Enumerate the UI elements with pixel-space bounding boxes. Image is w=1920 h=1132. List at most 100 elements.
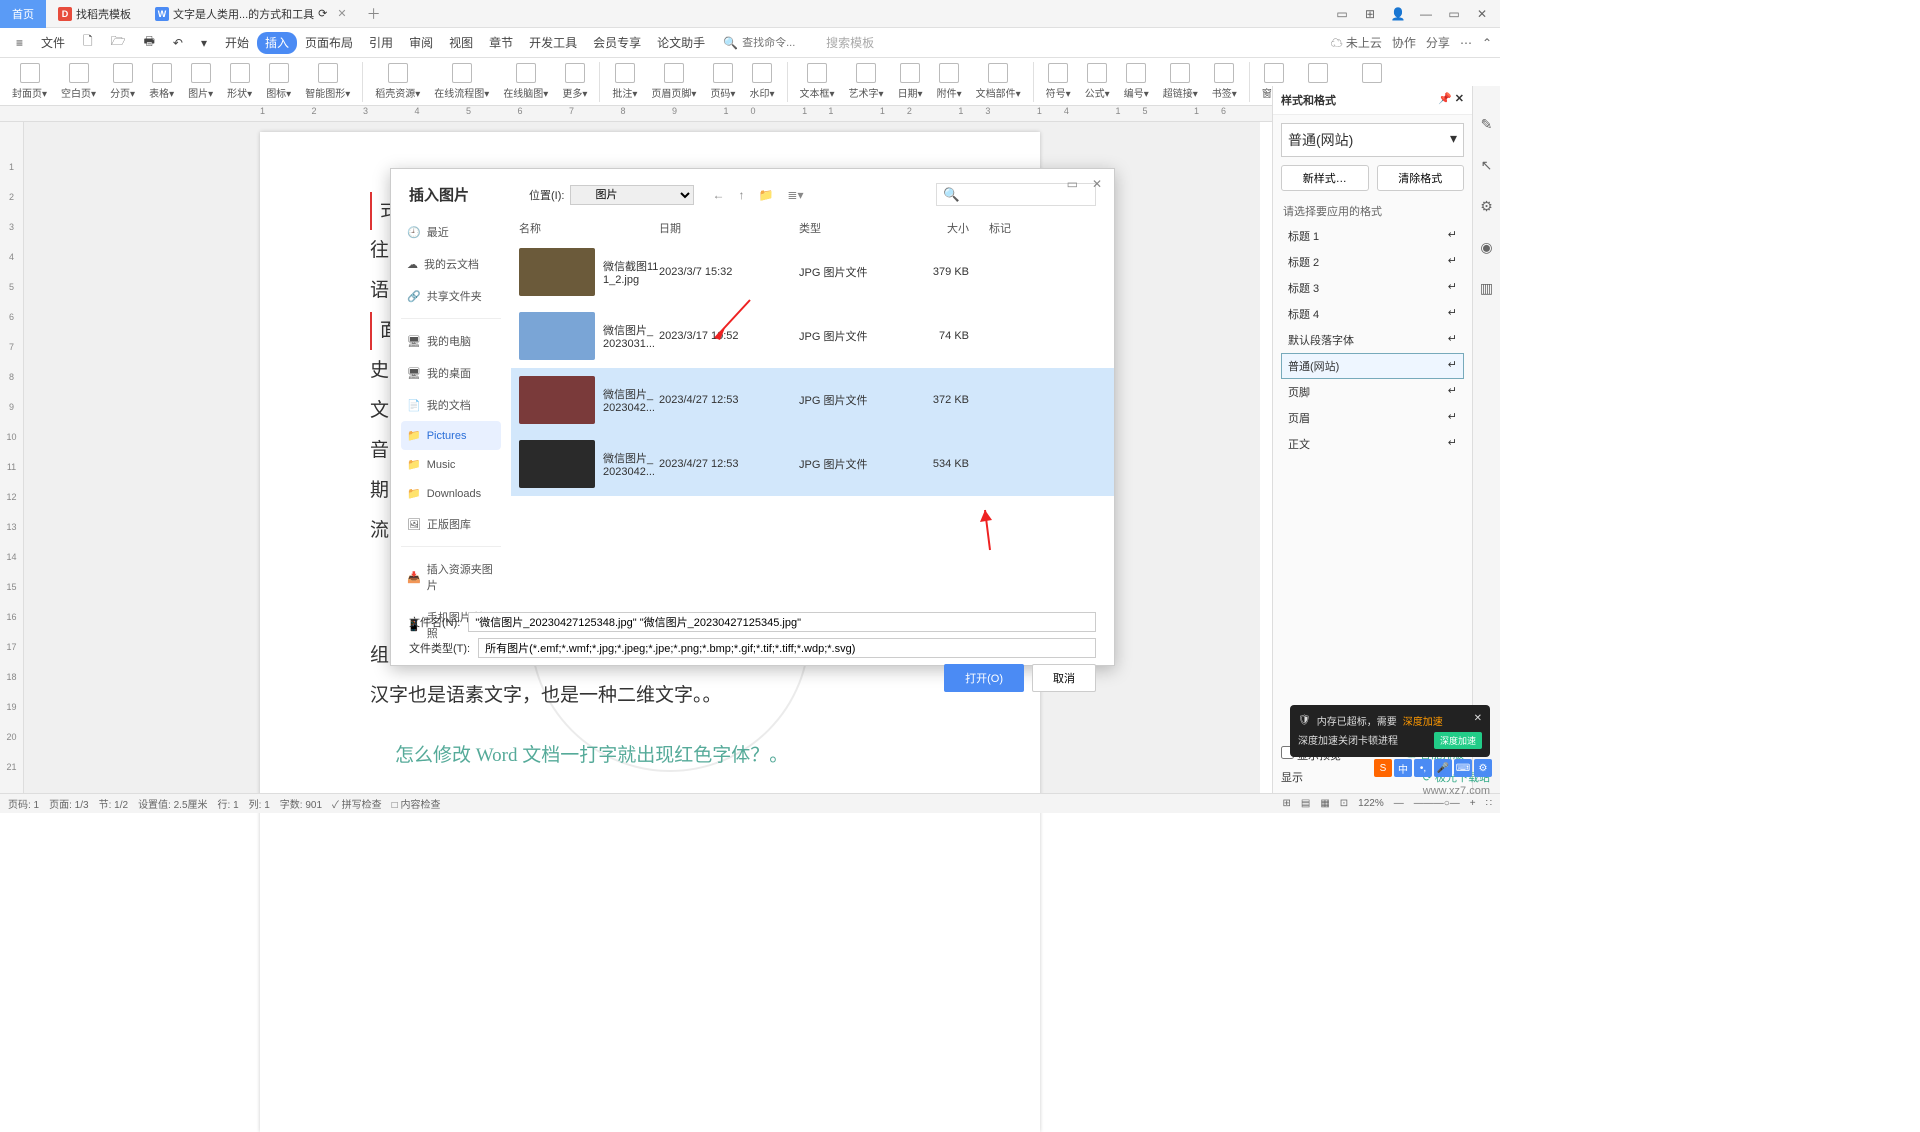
menu-论文助手[interactable]: 论文助手: [649, 32, 713, 54]
sidetool-layers-icon[interactable]: ▥: [1480, 280, 1493, 297]
tab-document[interactable]: W文字是人类用...的方式和工具⟳✕: [143, 0, 359, 28]
notif-close-icon[interactable]: ✕: [1474, 713, 1482, 724]
win-max-icon[interactable]: ▭: [1444, 7, 1464, 21]
ime-logo-icon[interactable]: S: [1374, 759, 1392, 777]
menu-视图[interactable]: 视图: [441, 32, 481, 54]
nav-view-icon[interactable]: ≣▾: [787, 188, 803, 202]
style-item[interactable]: 标题 2↵: [1281, 249, 1464, 275]
ime-mic-icon[interactable]: 🎤: [1434, 759, 1452, 777]
status-item[interactable]: 页面: 1/3: [49, 800, 88, 811]
ribbon-页眉页脚[interactable]: 页眉页脚▾: [645, 63, 702, 100]
ribbon-图片[interactable]: 图片▾: [182, 63, 219, 100]
nav-back-icon[interactable]: ←: [712, 188, 724, 202]
status-right-item[interactable]: +: [1470, 798, 1476, 809]
sidetool-edit-icon[interactable]: ✎: [1481, 116, 1493, 133]
panel-pin-icon[interactable]: 📌: [1438, 93, 1452, 105]
dialog-close-icon[interactable]: ✕: [1092, 177, 1102, 191]
menu-页面布局[interactable]: 页面布局: [297, 32, 361, 54]
col-type[interactable]: 类型: [799, 220, 899, 236]
style-item[interactable]: 标题 4↵: [1281, 301, 1464, 327]
sidetool-nav-icon[interactable]: ◉: [1480, 239, 1492, 256]
new-style-button[interactable]: 新样式…: [1281, 165, 1369, 191]
template-search[interactable]: 搜索模板: [826, 34, 874, 51]
sidebar-Pictures[interactable]: 📁Pictures: [401, 421, 501, 450]
status-right-item[interactable]: ⊡: [1340, 798, 1348, 809]
hamburger-icon[interactable]: ≡: [8, 32, 31, 54]
notif-action-button[interactable]: 深度加速: [1434, 732, 1482, 749]
nav-newfolder-icon[interactable]: 📁: [758, 188, 773, 202]
ribbon-表格[interactable]: 表格▾: [143, 63, 180, 100]
ribbon-附件[interactable]: 附件▾: [931, 63, 968, 100]
status-item[interactable]: 节: 1/2: [99, 800, 128, 811]
menu-引用[interactable]: 引用: [361, 32, 401, 54]
style-item[interactable]: 普通(网站)↵: [1281, 353, 1464, 379]
file-row[interactable]: 微信图片_2023031...2023/3/17 10:52JPG 图片文件74…: [511, 304, 1114, 368]
ribbon-图标[interactable]: 图标▾: [260, 63, 297, 100]
ribbon-形状[interactable]: 形状▾: [221, 63, 258, 100]
ime-cn-icon[interactable]: 中: [1394, 759, 1412, 777]
ribbon-水印[interactable]: 水印▾: [743, 63, 780, 100]
clear-format-button[interactable]: 清除格式: [1377, 165, 1465, 191]
style-item[interactable]: 标题 3↵: [1281, 275, 1464, 301]
collapse-ribbon-icon[interactable]: ⌃: [1482, 36, 1492, 50]
status-item[interactable]: 页码: 1: [8, 800, 39, 811]
tab-templates[interactable]: D找稻壳模板: [46, 0, 143, 28]
ribbon-编号[interactable]: 编号▾: [1118, 63, 1155, 100]
sidebar-我的文档[interactable]: 📄我的文档: [401, 389, 501, 421]
status-right-item[interactable]: ⊞: [1282, 798, 1290, 809]
ribbon-文本框[interactable]: 文本框▾: [794, 63, 841, 100]
tab-close-icon[interactable]: ✕: [337, 7, 346, 20]
status-right-item[interactable]: ▦: [1320, 798, 1329, 809]
style-item[interactable]: 页眉↵: [1281, 405, 1464, 431]
ime-punct-icon[interactable]: •,: [1414, 759, 1432, 777]
status-right-item[interactable]: ∷: [1486, 798, 1492, 809]
file-row[interactable]: 微信图片_2023042...2023/4/27 12:53JPG 图片文件53…: [511, 432, 1114, 496]
command-search-input[interactable]: [742, 37, 822, 49]
style-item[interactable]: 正文↵: [1281, 431, 1464, 457]
tab-add[interactable]: ＋: [359, 4, 389, 24]
win-min-icon[interactable]: —: [1416, 7, 1436, 21]
status-item[interactable]: 字数: 901: [280, 800, 322, 811]
ribbon-符号[interactable]: 符号▾: [1040, 63, 1077, 100]
style-item[interactable]: 标题 1↵: [1281, 223, 1464, 249]
status-item[interactable]: 设置值: 2.5厘米: [138, 800, 207, 811]
status-item[interactable]: ✓ 拼写检查: [332, 800, 382, 811]
col-tag[interactable]: 标记: [969, 220, 1029, 236]
more-icon[interactable]: ⋯: [1460, 36, 1472, 50]
ribbon-日期[interactable]: 日期▾: [892, 63, 929, 100]
col-size[interactable]: 大小: [899, 220, 969, 236]
tab-doc-opts[interactable]: ⟳: [318, 7, 327, 20]
ribbon-艺术字[interactable]: 艺术字▾: [843, 63, 890, 100]
share-button[interactable]: 分享: [1426, 34, 1450, 51]
quick-new-icon[interactable]: 🗋: [75, 28, 101, 57]
ribbon-文档部件[interactable]: 文档部件▾: [970, 63, 1027, 100]
status-item[interactable]: 行: 1: [218, 800, 239, 811]
sidetool-settings-icon[interactable]: ⚙: [1480, 198, 1493, 215]
tab-home[interactable]: 首页: [0, 0, 46, 28]
quick-print-icon[interactable]: 🖶: [136, 28, 163, 57]
file-row[interactable]: 微信截图111_2.jpg2023/3/7 15:32JPG 图片文件379 K…: [511, 240, 1114, 304]
ribbon-在线流程图[interactable]: 在线流程图▾: [428, 63, 495, 100]
file-row[interactable]: 微信图片_2023042...2023/4/27 12:53JPG 图片文件37…: [511, 368, 1114, 432]
ribbon-在线脑图[interactable]: 在线脑图▾: [497, 63, 554, 100]
menu-章节[interactable]: 章节: [481, 32, 521, 54]
ribbon-稻壳资源[interactable]: 稻壳资源▾: [369, 63, 426, 100]
cloud-status[interactable]: ☁ 未上云: [1331, 34, 1382, 51]
ribbon-公式[interactable]: 公式▾: [1079, 63, 1116, 100]
win-close-icon[interactable]: ✕: [1472, 7, 1492, 21]
ribbon-分页[interactable]: 分页▾: [104, 63, 141, 100]
status-item[interactable]: 列: 1: [249, 800, 270, 811]
nav-up-icon[interactable]: ↑: [738, 188, 744, 202]
sidebar-Music[interactable]: 📁Music: [401, 450, 501, 479]
menu-会员专享[interactable]: 会员专享: [585, 32, 649, 54]
menu-开始[interactable]: 开始: [217, 32, 257, 54]
quick-open-icon[interactable]: 🗁: [103, 28, 134, 57]
filetype-input[interactable]: [478, 638, 1096, 658]
sidebar-我的云文档[interactable]: ☁我的云文档: [401, 248, 501, 280]
location-select[interactable]: 图片: [570, 185, 694, 205]
ribbon-封面页[interactable]: 封面页▾: [6, 63, 53, 100]
sidebar-插入资源夹图片[interactable]: 📥插入资源夹图片: [401, 553, 501, 601]
ribbon-智能图形[interactable]: 智能图形▾: [299, 63, 356, 100]
ribbon-空白页[interactable]: 空白页▾: [55, 63, 102, 100]
quick-undo-icon[interactable]: ↶: [165, 32, 191, 54]
